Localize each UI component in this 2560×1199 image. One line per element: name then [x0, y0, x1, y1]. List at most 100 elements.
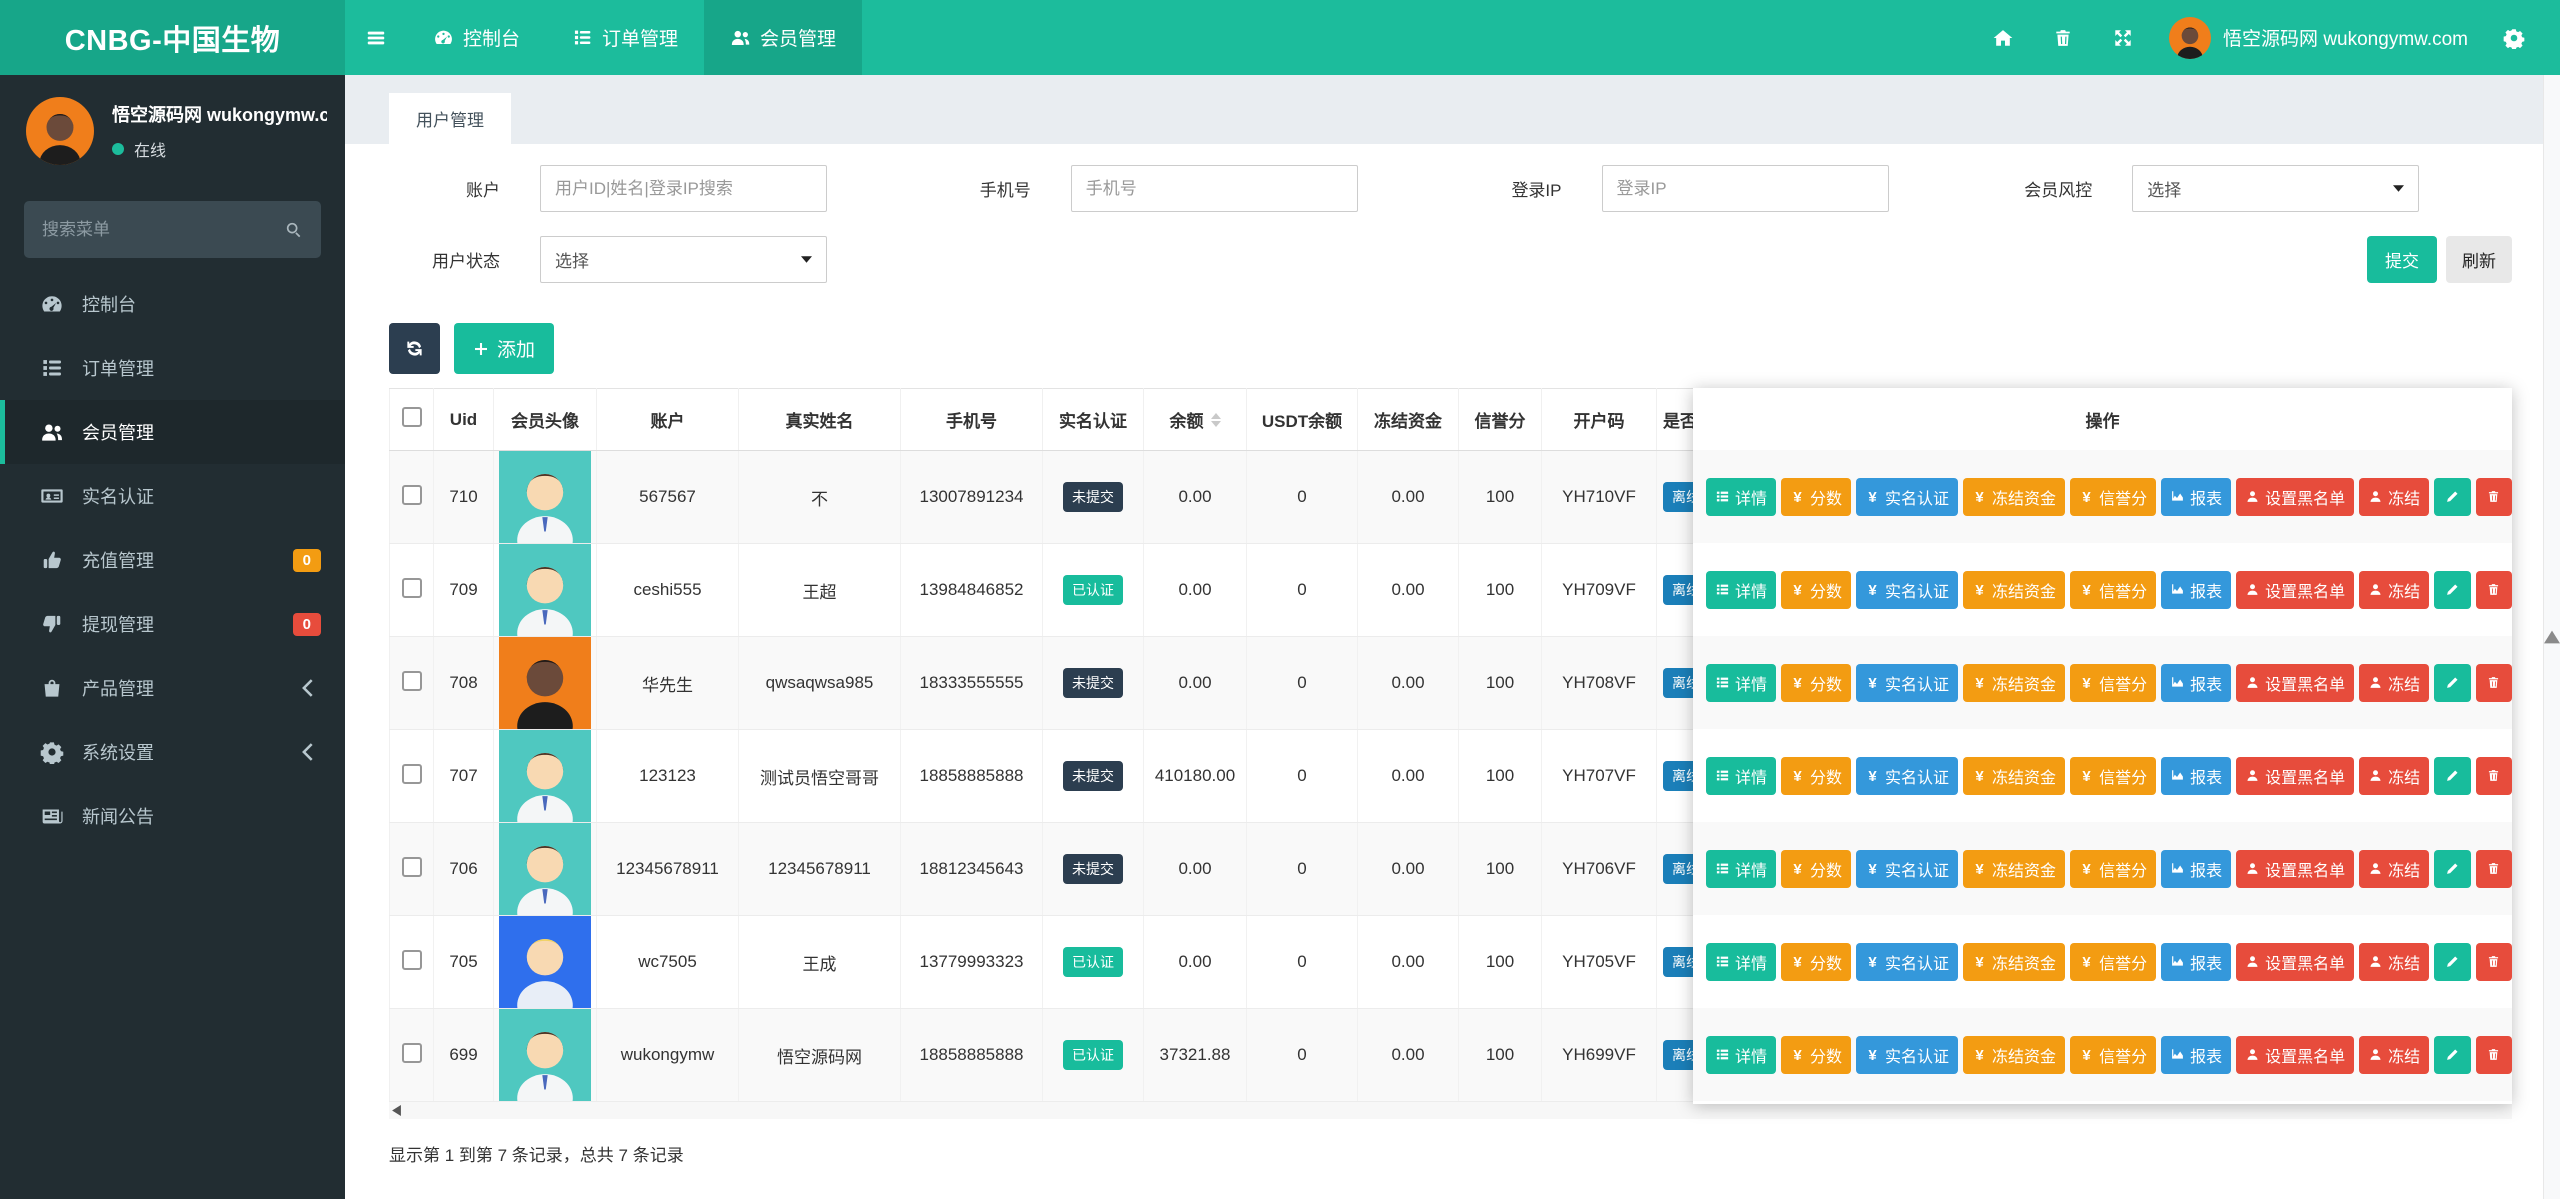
column-header[interactable]: 开户码 [1542, 389, 1657, 451]
action-button-yen[interactable]: ¥冻结资金 [1963, 943, 2065, 981]
sidebar-item-users[interactable]: 会员管理 [0, 400, 345, 464]
pencil-button[interactable] [2434, 571, 2470, 609]
action-button-user[interactable]: 设置黑名单 [2236, 757, 2354, 795]
sidebar-item-thumb-up[interactable]: 充值管理0 [0, 528, 345, 592]
row-checkbox[interactable] [402, 764, 422, 784]
action-button-chart-area[interactable]: 报表 [2161, 943, 2231, 981]
action-button-yen[interactable]: ¥分数 [1781, 757, 1851, 795]
fullscreen-button[interactable] [2093, 0, 2153, 75]
action-button-list-detail[interactable]: 详情 [1706, 571, 1776, 609]
action-button-yen[interactable]: ¥冻结资金 [1963, 571, 2065, 609]
action-button-user[interactable]: 冻结 [2359, 850, 2429, 888]
vertical-scrollbar[interactable] [2543, 75, 2560, 1199]
action-button-yen[interactable]: ¥分数 [1781, 1036, 1851, 1074]
nav-item-dashboard[interactable]: 控制台 [407, 0, 546, 75]
action-button-yen[interactable]: ¥分数 [1781, 664, 1851, 702]
action-button-list-detail[interactable]: 详情 [1706, 478, 1776, 516]
action-button-user[interactable]: 设置黑名单 [2236, 943, 2354, 981]
sidebar-item-id-card[interactable]: 实名认证 [0, 464, 345, 528]
refresh-table-button[interactable] [389, 323, 440, 374]
column-header[interactable]: Uid [434, 389, 494, 451]
sidebar-toggle-button[interactable] [345, 0, 407, 75]
sidebar-item-list-ol[interactable]: 订单管理 [0, 336, 345, 400]
action-button-yen[interactable]: ¥冻结资金 [1963, 757, 2065, 795]
account-input[interactable] [540, 165, 827, 212]
risk-select[interactable]: 选择 [2132, 165, 2419, 212]
submit-button[interactable]: 提交 [2367, 236, 2437, 283]
scroll-up-icon[interactable] [2544, 75, 2560, 1199]
trash-button[interactable] [2476, 850, 2512, 888]
trash-button[interactable] [2476, 664, 2512, 702]
column-header[interactable]: 账户 [597, 389, 739, 451]
action-button-list-detail[interactable]: 详情 [1706, 664, 1776, 702]
scroll-left-icon[interactable] [392, 1105, 401, 1116]
action-button-yen[interactable]: ¥实名认证 [1856, 571, 1958, 609]
trash-button[interactable] [2476, 478, 2512, 516]
action-button-yen[interactable]: ¥实名认证 [1856, 1036, 1958, 1074]
action-button-yen[interactable]: ¥信誉分 [2070, 1036, 2156, 1074]
action-button-chart-area[interactable]: 报表 [2161, 1036, 2231, 1074]
action-button-yen[interactable]: ¥分数 [1781, 571, 1851, 609]
add-button[interactable]: 添加 [454, 323, 554, 374]
column-header[interactable]: 实名认证 [1043, 389, 1144, 451]
sidebar-item-gears[interactable]: 系统设置 [0, 720, 345, 784]
column-header[interactable]: 手机号 [901, 389, 1043, 451]
action-button-yen[interactable]: ¥信誉分 [2070, 757, 2156, 795]
horizontal-scrollbar[interactable] [389, 1102, 2512, 1119]
action-button-list-detail[interactable]: 详情 [1706, 943, 1776, 981]
row-checkbox[interactable] [402, 485, 422, 505]
action-button-list-detail[interactable]: 详情 [1706, 850, 1776, 888]
sidebar-item-dashboard[interactable]: 控制台 [0, 272, 345, 336]
action-button-user[interactable]: 设置黑名单 [2236, 1036, 2354, 1074]
nav-item-users[interactable]: 会员管理 [704, 0, 862, 75]
pencil-button[interactable] [2434, 478, 2470, 516]
row-checkbox[interactable] [402, 1043, 422, 1063]
action-button-user[interactable]: 冻结 [2359, 757, 2429, 795]
home-button[interactable] [1973, 0, 2033, 75]
trash-button[interactable] [2476, 1036, 2512, 1074]
action-button-yen[interactable]: ¥信誉分 [2070, 478, 2156, 516]
action-button-yen[interactable]: ¥实名认证 [1856, 943, 1958, 981]
action-button-yen[interactable]: ¥信誉分 [2070, 850, 2156, 888]
pencil-button[interactable] [2434, 757, 2470, 795]
action-button-yen[interactable]: ¥分数 [1781, 943, 1851, 981]
settings-button[interactable] [2484, 0, 2544, 75]
action-button-yen[interactable]: ¥冻结资金 [1963, 478, 2065, 516]
trash-button[interactable] [2476, 943, 2512, 981]
column-header[interactable]: 余额 [1144, 389, 1247, 451]
pencil-button[interactable] [2434, 1036, 2470, 1074]
action-button-chart-area[interactable]: 报表 [2161, 664, 2231, 702]
action-button-yen[interactable]: ¥实名认证 [1856, 478, 1958, 516]
column-header[interactable]: 信誉分 [1459, 389, 1542, 451]
action-button-yen[interactable]: ¥实名认证 [1856, 850, 1958, 888]
status-select[interactable]: 选择 [540, 236, 827, 283]
search-icon[interactable] [284, 220, 303, 239]
column-header[interactable]: 真实姓名 [739, 389, 901, 451]
login-ip-input[interactable] [1602, 165, 1889, 212]
column-header[interactable]: 会员头像 [494, 389, 597, 451]
action-button-user[interactable]: 设置黑名单 [2236, 850, 2354, 888]
select-all-checkbox[interactable] [402, 407, 422, 427]
action-button-yen[interactable]: ¥实名认证 [1856, 664, 1958, 702]
action-button-list-detail[interactable]: 详情 [1706, 1036, 1776, 1074]
pencil-button[interactable] [2434, 850, 2470, 888]
column-header[interactable]: USDT余额 [1247, 389, 1358, 451]
sidebar-item-newspaper[interactable]: 新闻公告 [0, 784, 345, 848]
row-checkbox[interactable] [402, 671, 422, 691]
action-button-user[interactable]: 冻结 [2359, 664, 2429, 702]
action-button-user[interactable]: 冻结 [2359, 1036, 2429, 1074]
sidebar-item-bag[interactable]: 产品管理 [0, 656, 345, 720]
action-button-yen[interactable]: ¥分数 [1781, 478, 1851, 516]
row-checkbox[interactable] [402, 857, 422, 877]
action-button-yen[interactable]: ¥实名认证 [1856, 757, 1958, 795]
column-header[interactable]: 冻结资金 [1358, 389, 1459, 451]
action-button-list-detail[interactable]: 详情 [1706, 757, 1776, 795]
action-button-user[interactable]: 冻结 [2359, 478, 2429, 516]
action-button-user[interactable]: 设置黑名单 [2236, 571, 2354, 609]
trash-button[interactable] [2476, 757, 2512, 795]
sidebar-item-thumb-down[interactable]: 提现管理0 [0, 592, 345, 656]
action-button-chart-area[interactable]: 报表 [2161, 478, 2231, 516]
user-menu[interactable]: 悟空源码网 wukongymw.com [2153, 17, 2484, 59]
action-button-user[interactable]: 冻结 [2359, 943, 2429, 981]
row-checkbox[interactable] [402, 578, 422, 598]
